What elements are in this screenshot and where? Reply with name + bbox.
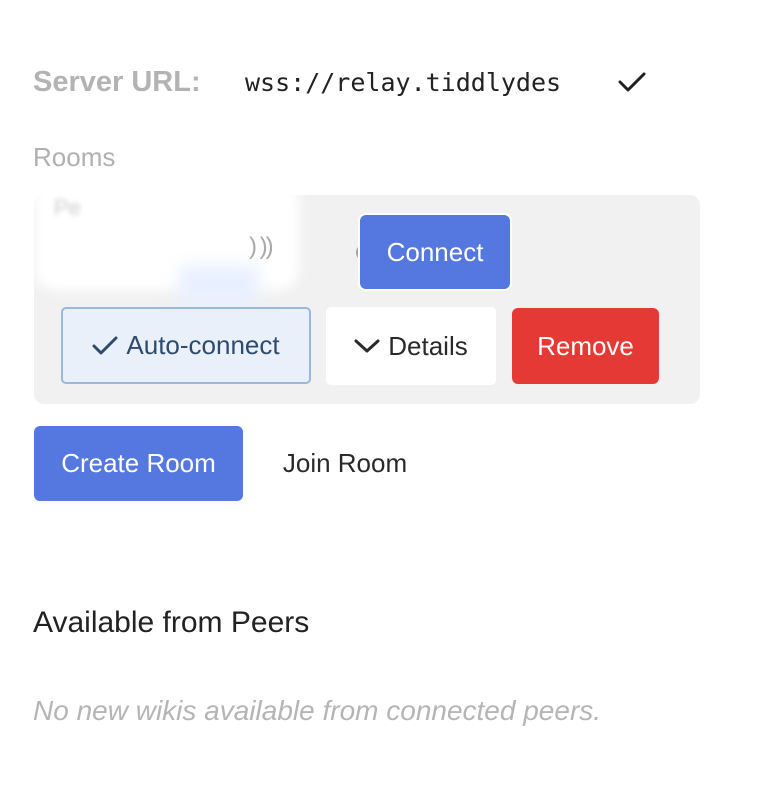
relay-settings-page: Server URL: Rooms Pe ) )) Connect Auto-c… bbox=[0, 0, 766, 800]
peers-section-heading: Available from Peers bbox=[33, 606, 310, 639]
peers-empty-message: No new wikis available from connected pe… bbox=[33, 695, 602, 726]
room-name-redaction-accent bbox=[179, 265, 259, 305]
signal-icon: ) )) bbox=[249, 233, 274, 260]
connect-button[interactable]: Connect bbox=[360, 215, 510, 289]
room-name: Pe bbox=[54, 195, 81, 220]
chevron-down-icon bbox=[354, 339, 380, 353]
remove-button[interactable]: Remove bbox=[512, 308, 659, 384]
details-button[interactable]: Details bbox=[326, 307, 496, 385]
details-label: Details bbox=[388, 330, 468, 361]
join-room-button[interactable]: Join Room bbox=[262, 426, 428, 501]
server-url-input[interactable] bbox=[245, 63, 597, 101]
auto-connect-label: Auto-connect bbox=[126, 330, 280, 360]
auto-connect-toggle[interactable]: Auto-connect bbox=[61, 307, 311, 384]
create-room-button[interactable]: Create Room bbox=[34, 426, 243, 501]
server-url-row: Server URL: bbox=[33, 60, 597, 104]
confirm-url-button[interactable] bbox=[612, 63, 652, 101]
rooms-section-label: Rooms bbox=[33, 142, 116, 172]
checkmark-icon bbox=[618, 72, 646, 92]
server-url-label: Server URL: bbox=[33, 65, 201, 98]
checkmark-icon bbox=[92, 336, 118, 354]
room-card: Pe ) )) Connect Auto-connect Details Rem… bbox=[34, 180, 700, 404]
